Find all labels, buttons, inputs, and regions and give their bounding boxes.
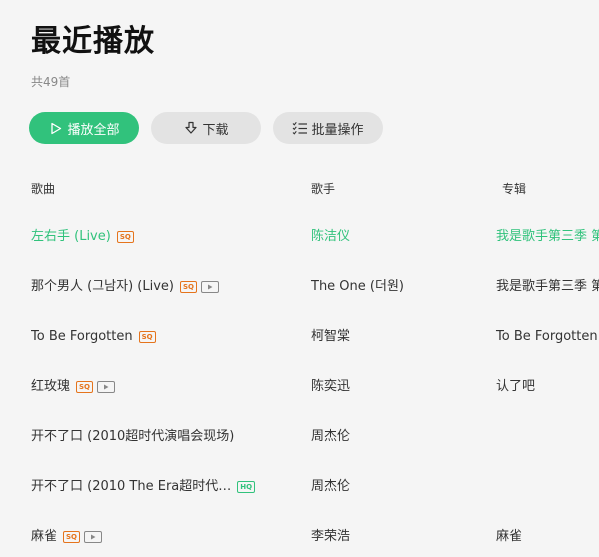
song-cell: 麻雀 SQ bbox=[31, 528, 291, 546]
song-count: 共49首 bbox=[31, 75, 71, 89]
column-header-song[interactable]: 歌曲 bbox=[31, 180, 55, 197]
column-header-album[interactable]: 专辑 bbox=[502, 180, 526, 197]
album-name[interactable]: 我是歌手第三季 第 bbox=[496, 278, 599, 296]
song-row[interactable]: 开不了口 (2010 The Era超时代… HQ 周杰伦 bbox=[0, 462, 599, 512]
song-cell: 开不了口 (2010超时代演唱会现场) bbox=[31, 428, 291, 446]
song-cell: To Be Forgotten SQ bbox=[31, 328, 291, 346]
album-name[interactable]: To Be Forgotten bbox=[496, 328, 598, 346]
artist-name[interactable]: 陈奕迅 bbox=[311, 378, 350, 396]
song-title[interactable]: 左右手 (Live) bbox=[31, 228, 111, 246]
page-title: 最近播放 bbox=[31, 24, 155, 59]
album-name[interactable]: 我是歌手第三季 第 bbox=[496, 228, 599, 246]
artist-name[interactable]: The One (더원) bbox=[311, 278, 404, 296]
song-row[interactable]: 红玫瑰 SQ 陈奕迅 认了吧 bbox=[0, 362, 599, 412]
download-label: 下载 bbox=[202, 122, 229, 138]
download-icon bbox=[183, 120, 199, 136]
song-cell: 左右手 (Live) SQ bbox=[31, 228, 291, 246]
artist-name[interactable]: 周杰伦 bbox=[311, 428, 350, 446]
play-icon bbox=[48, 120, 64, 136]
batch-operation-label: 批量操作 bbox=[311, 122, 364, 138]
song-title[interactable]: To Be Forgotten bbox=[31, 328, 133, 346]
quality-badge: SQ bbox=[138, 331, 156, 343]
song-title[interactable]: 麻雀 bbox=[31, 528, 57, 546]
recent-plays-page: 最近播放 共49首 播放全部 下载 批量操作 歌曲 歌手 专辑 左右手 (Liv… bbox=[0, 0, 599, 557]
album-name[interactable]: 麻雀 bbox=[496, 528, 522, 546]
artist-name[interactable]: 李荣浩 bbox=[311, 528, 350, 546]
song-title[interactable]: 红玫瑰 bbox=[31, 378, 70, 396]
batch-operation-button[interactable]: 批量操作 bbox=[273, 112, 383, 144]
song-row[interactable]: 那个男人 (그남자) (Live) SQ The One (더원) 我是歌手第三季 第 bbox=[0, 262, 599, 312]
song-title[interactable]: 开不了口 (2010超时代演唱会现场) bbox=[31, 428, 234, 446]
quality-badge: SQ bbox=[179, 281, 197, 293]
list-check-icon bbox=[292, 120, 308, 136]
artist-name[interactable]: 柯智棠 bbox=[311, 328, 350, 346]
song-cell: 那个男人 (그남자) (Live) SQ bbox=[31, 278, 291, 296]
mv-icon[interactable] bbox=[84, 531, 103, 543]
song-row[interactable]: 麻雀 SQ 李荣浩 麻雀 bbox=[0, 512, 599, 557]
album-name[interactable]: 认了吧 bbox=[496, 378, 535, 396]
play-all-button[interactable]: 播放全部 bbox=[29, 112, 139, 144]
quality-badge: SQ bbox=[63, 531, 81, 543]
song-row[interactable]: 开不了口 (2010超时代演唱会现场) 周杰伦 bbox=[0, 412, 599, 462]
artist-name[interactable]: 陈洁仪 bbox=[311, 228, 350, 246]
song-title[interactable]: 那个男人 (그남자) (Live) bbox=[31, 278, 174, 296]
song-row[interactable]: To Be Forgotten SQ 柯智棠 To Be Forgotten bbox=[0, 312, 599, 362]
column-header-artist[interactable]: 歌手 bbox=[311, 180, 335, 197]
quality-badge: HQ bbox=[237, 481, 256, 493]
quality-badge: SQ bbox=[76, 381, 94, 393]
quality-badge: SQ bbox=[116, 231, 134, 243]
song-title[interactable]: 开不了口 (2010 The Era超时代… bbox=[31, 478, 231, 496]
mv-icon[interactable] bbox=[97, 381, 116, 393]
song-row[interactable]: 左右手 (Live) SQ 陈洁仪 我是歌手第三季 第 bbox=[0, 212, 599, 262]
download-button[interactable]: 下载 bbox=[151, 112, 261, 144]
song-cell: 开不了口 (2010 The Era超时代… HQ bbox=[31, 478, 291, 496]
song-list-header: 歌曲 歌手 专辑 bbox=[0, 178, 599, 198]
play-all-label: 播放全部 bbox=[67, 122, 120, 138]
song-cell: 红玫瑰 SQ bbox=[31, 378, 291, 396]
mv-icon[interactable] bbox=[200, 281, 219, 293]
artist-name[interactable]: 周杰伦 bbox=[311, 478, 350, 496]
